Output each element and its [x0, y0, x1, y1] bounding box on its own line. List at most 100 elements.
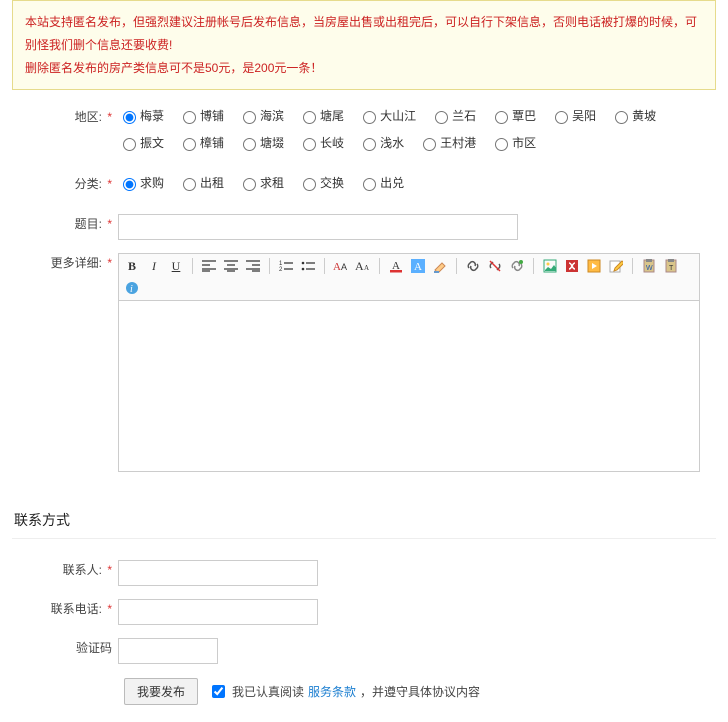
- paste-plain-icon[interactable]: T: [662, 257, 680, 275]
- row-category: 分类: * 求购出租求租交换出兑: [12, 171, 716, 201]
- title-input[interactable]: [118, 214, 518, 240]
- required-mark: *: [107, 177, 112, 191]
- notice-box: 本站支持匿名发布，但强烈建议注册帐号后发布信息，当房屋出售或出租完后，可以自行下…: [12, 0, 716, 90]
- area-option[interactable]: 浅水: [358, 134, 404, 151]
- category-option-label: 出租: [200, 174, 224, 191]
- row-captcha: 验证码: [12, 635, 716, 664]
- area-option[interactable]: 塘㙍: [238, 134, 284, 151]
- svg-text:T: T: [669, 265, 674, 272]
- category-radio[interactable]: [183, 178, 196, 191]
- area-radio[interactable]: [243, 111, 256, 124]
- area-option-label: 浅水: [380, 134, 404, 151]
- anchor-icon[interactable]: [508, 257, 526, 275]
- area-radio-group: 梅菉博铺海滨塘尾 大山江兰石 覃巴吴阳 黄坡振文樟铺塘㙍 长岐 浅水王村港市区: [118, 104, 716, 161]
- category-option[interactable]: 求租: [238, 174, 284, 191]
- area-option[interactable]: 梅菉: [118, 107, 164, 124]
- category-option[interactable]: 出兑: [358, 174, 404, 191]
- area-option[interactable]: 王村港: [418, 134, 476, 151]
- link-icon[interactable]: [464, 257, 482, 275]
- area-option[interactable]: 市区: [490, 134, 536, 151]
- area-option-label: 黄坡: [632, 107, 656, 124]
- area-radio[interactable]: [495, 111, 508, 124]
- about-icon[interactable]: i: [123, 279, 141, 297]
- align-right-icon[interactable]: [244, 257, 262, 275]
- label-area: 地区: *: [12, 104, 118, 125]
- edit-icon[interactable]: [607, 257, 625, 275]
- area-radio[interactable]: [303, 138, 316, 151]
- category-radio[interactable]: [363, 178, 376, 191]
- ordered-list-icon[interactable]: 12: [277, 257, 295, 275]
- area-option-label: 大山江: [380, 107, 416, 124]
- category-option[interactable]: 交换: [298, 174, 344, 191]
- area-option-label: 覃巴: [512, 107, 536, 124]
- category-radio[interactable]: [243, 178, 256, 191]
- area-option[interactable]: 长岐: [298, 134, 344, 151]
- area-option[interactable]: 兰石: [430, 107, 476, 124]
- area-option-label: 长岐: [320, 134, 344, 151]
- area-option[interactable]: 黄坡: [610, 107, 656, 124]
- label-detail: 更多详细: *: [12, 250, 118, 271]
- image-icon[interactable]: [541, 257, 559, 275]
- submit-button[interactable]: 我要发布: [124, 678, 198, 705]
- agree-text-prefix: 我已认真阅读: [232, 683, 304, 700]
- area-option[interactable]: 吴阳: [550, 107, 596, 124]
- terms-link[interactable]: 服务条款: [308, 683, 356, 700]
- font-family-icon[interactable]: AA: [332, 257, 350, 275]
- rich-editor: B I U 12 AA AA A A: [118, 253, 700, 472]
- captcha-input[interactable]: [118, 638, 218, 664]
- area-radio[interactable]: [555, 111, 568, 124]
- category-radio[interactable]: [123, 178, 136, 191]
- row-title: 题目: *: [12, 211, 716, 240]
- category-option[interactable]: 出租: [178, 174, 224, 191]
- remove-format-icon[interactable]: [431, 257, 449, 275]
- svg-text:A: A: [414, 261, 422, 273]
- align-left-icon[interactable]: [200, 257, 218, 275]
- row-contact-phone: 联系电话: *: [12, 596, 716, 625]
- required-mark: *: [107, 217, 112, 231]
- category-radio[interactable]: [303, 178, 316, 191]
- area-radio[interactable]: [183, 111, 196, 124]
- area-radio[interactable]: [435, 111, 448, 124]
- unlink-icon[interactable]: [486, 257, 504, 275]
- area-option[interactable]: 振文: [118, 134, 164, 151]
- separator-icon: [456, 258, 457, 274]
- area-radio[interactable]: [495, 138, 508, 151]
- contact-name-input[interactable]: [118, 560, 318, 586]
- editor-body[interactable]: [119, 301, 699, 471]
- area-radio[interactable]: [363, 111, 376, 124]
- font-size-icon[interactable]: AA: [354, 257, 372, 275]
- area-radio[interactable]: [243, 138, 256, 151]
- svg-text:A: A: [341, 262, 347, 272]
- agree-checkbox[interactable]: [212, 685, 225, 698]
- flash-icon[interactable]: [563, 257, 581, 275]
- underline-icon[interactable]: U: [167, 257, 185, 275]
- backcolor-icon[interactable]: A: [409, 257, 427, 275]
- unordered-list-icon[interactable]: [299, 257, 317, 275]
- area-option[interactable]: 博铺: [178, 107, 224, 124]
- submit-row: 我要发布 我已认真阅读服务条款，并遵守具体协议内容: [124, 678, 716, 705]
- area-option[interactable]: 塘尾: [298, 107, 344, 124]
- forecolor-icon[interactable]: A: [387, 257, 405, 275]
- bold-icon[interactable]: B: [123, 257, 141, 275]
- contact-phone-input[interactable]: [118, 599, 318, 625]
- area-radio[interactable]: [123, 111, 136, 124]
- area-radio[interactable]: [615, 111, 628, 124]
- area-radio[interactable]: [363, 138, 376, 151]
- area-radio[interactable]: [123, 138, 136, 151]
- area-option[interactable]: 海滨: [238, 107, 284, 124]
- row-detail: 更多详细: * B I U 12 AA AA A A: [12, 250, 716, 472]
- paste-word-icon[interactable]: W: [640, 257, 658, 275]
- category-option[interactable]: 求购: [118, 174, 164, 191]
- italic-icon[interactable]: I: [145, 257, 163, 275]
- align-center-icon[interactable]: [222, 257, 240, 275]
- media-icon[interactable]: [585, 257, 603, 275]
- area-radio[interactable]: [423, 138, 436, 151]
- area-option[interactable]: 覃巴: [490, 107, 536, 124]
- area-radio[interactable]: [303, 111, 316, 124]
- agree-label[interactable]: 我已认真阅读服务条款，并遵守具体协议内容: [208, 682, 480, 701]
- svg-text:A: A: [333, 261, 341, 273]
- area-radio[interactable]: [183, 138, 196, 151]
- area-option[interactable]: 樟铺: [178, 134, 224, 151]
- separator-icon: [324, 258, 325, 274]
- area-option[interactable]: 大山江: [358, 107, 416, 124]
